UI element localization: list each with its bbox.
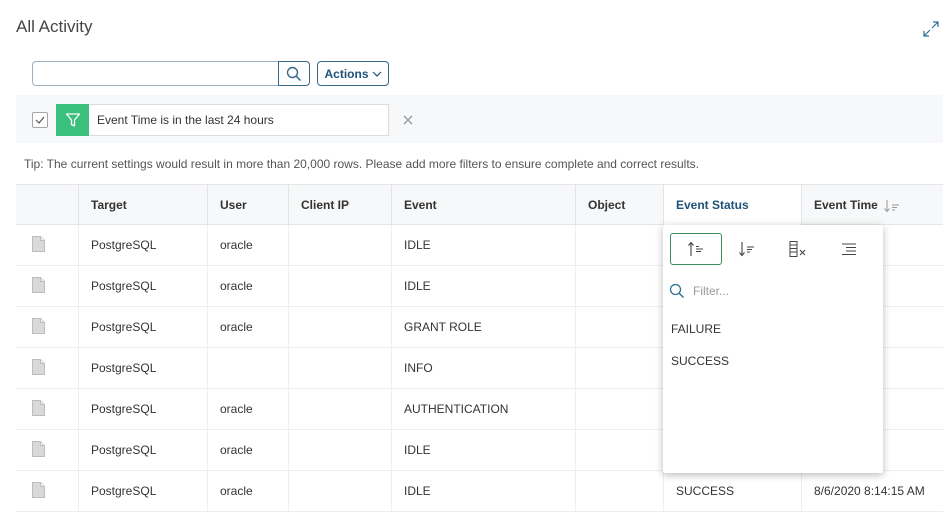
sort-ascending-icon [688,241,703,256]
target-cell: PostgreSQL [78,430,207,470]
client-ip-cell [288,225,391,265]
object-cell [575,307,663,347]
column-options-icon [842,243,856,256]
target-cell: PostgreSQL [78,266,207,306]
row-icon-cell [16,471,78,511]
client-ip-cell [288,348,391,388]
object-cell [575,430,663,470]
document-icon [32,277,45,293]
user-cell: oracle [207,266,288,306]
column-header-object[interactable]: Object [575,185,663,225]
user-cell: oracle [207,225,288,265]
remove-column-icon [789,241,806,257]
column-header-client-ip[interactable]: Client IP [288,185,391,225]
target-cell: PostgreSQL [78,225,207,265]
row-icon-cell [16,430,78,470]
target-cell: PostgreSQL [78,471,207,511]
row-icon-cell [16,307,78,347]
column-header-event-status[interactable]: Event Status [663,185,801,225]
document-icon [32,482,45,498]
remove-column-button[interactable] [772,233,824,265]
client-ip-cell [288,471,391,511]
table-row[interactable]: PostgreSQL oracle IDLE SUCCESS 8/6/2020 8:14… [16,471,943,512]
row-icon-cell [16,389,78,429]
actions-button[interactable]: Actions [317,61,389,86]
event-cell: IDLE [391,471,575,511]
document-icon [32,359,45,375]
close-icon[interactable] [401,113,415,127]
column-filter-input[interactable] [693,284,863,298]
event-cell: IDLE [391,225,575,265]
column-header-user[interactable]: User [207,185,288,225]
sort-descending-icon [739,242,754,257]
tip-text: Tip: The current settings would result i… [24,157,699,171]
column-filter [669,283,863,299]
column-header-event-time[interactable]: Event Time [801,185,943,225]
search-input[interactable] [32,61,278,86]
client-ip-cell [288,307,391,347]
client-ip-cell [288,389,391,429]
search-icon [669,283,684,298]
filter-pill[interactable]: Event Time is in the last 24 hours [56,103,389,136]
filter-checkbox[interactable] [32,112,48,128]
column-menu: FAILURE SUCCESS [663,225,883,473]
event-cell: AUTHENTICATION [391,389,575,429]
object-cell [575,266,663,306]
chevron-down-icon [372,71,381,77]
document-icon [32,441,45,457]
column-header-target[interactable]: Target [78,185,207,225]
client-ip-cell [288,430,391,470]
row-icon-cell [16,225,78,265]
actions-label: Actions [324,66,369,81]
user-cell: oracle [207,471,288,511]
target-cell: PostgreSQL [78,348,207,388]
sort-ascending-button[interactable] [670,233,722,265]
target-cell: PostgreSQL [78,307,207,347]
object-cell [575,225,663,265]
user-cell: oracle [207,307,288,347]
event-cell: INFO [391,348,575,388]
filter-pill-text: Event Time is in the last 24 hours [97,113,274,127]
target-cell: PostgreSQL [78,389,207,429]
column-header-icon [16,185,78,225]
page-title: All Activity [16,17,93,36]
sort-descending-button[interactable] [721,233,773,265]
expand-icon[interactable] [922,20,940,38]
event-time-cell: 8/6/2020 8:14:15 AM [801,471,943,511]
object-cell [575,348,663,388]
funnel-icon [65,112,80,127]
document-icon [32,318,45,334]
row-icon-cell [16,348,78,388]
event-cell: IDLE [391,430,575,470]
column-header-event-time-label: Event Time [814,198,878,212]
object-cell [575,389,663,429]
event-cell: GRANT ROLE [391,307,575,347]
search-bar [32,61,310,86]
object-cell [575,471,663,511]
user-cell: oracle [207,389,288,429]
client-ip-cell [288,266,391,306]
sort-descending-icon [884,199,900,213]
column-header-event[interactable]: Event [391,185,575,225]
search-button[interactable] [278,61,310,86]
filter-pill-icon-box [56,103,89,136]
document-icon [32,400,45,416]
user-cell [207,348,288,388]
search-icon [286,66,302,81]
filter-option-success[interactable]: SUCCESS [671,354,729,368]
document-icon [32,236,45,252]
user-cell: oracle [207,430,288,470]
filter-option-failure[interactable]: FAILURE [671,322,721,336]
checkmark-icon [35,116,45,124]
event-status-cell: SUCCESS [663,471,801,511]
table-header: Target User Client IP Event Object Event… [16,184,943,225]
column-options-button[interactable] [823,233,875,265]
row-icon-cell [16,266,78,306]
event-cell: IDLE [391,266,575,306]
